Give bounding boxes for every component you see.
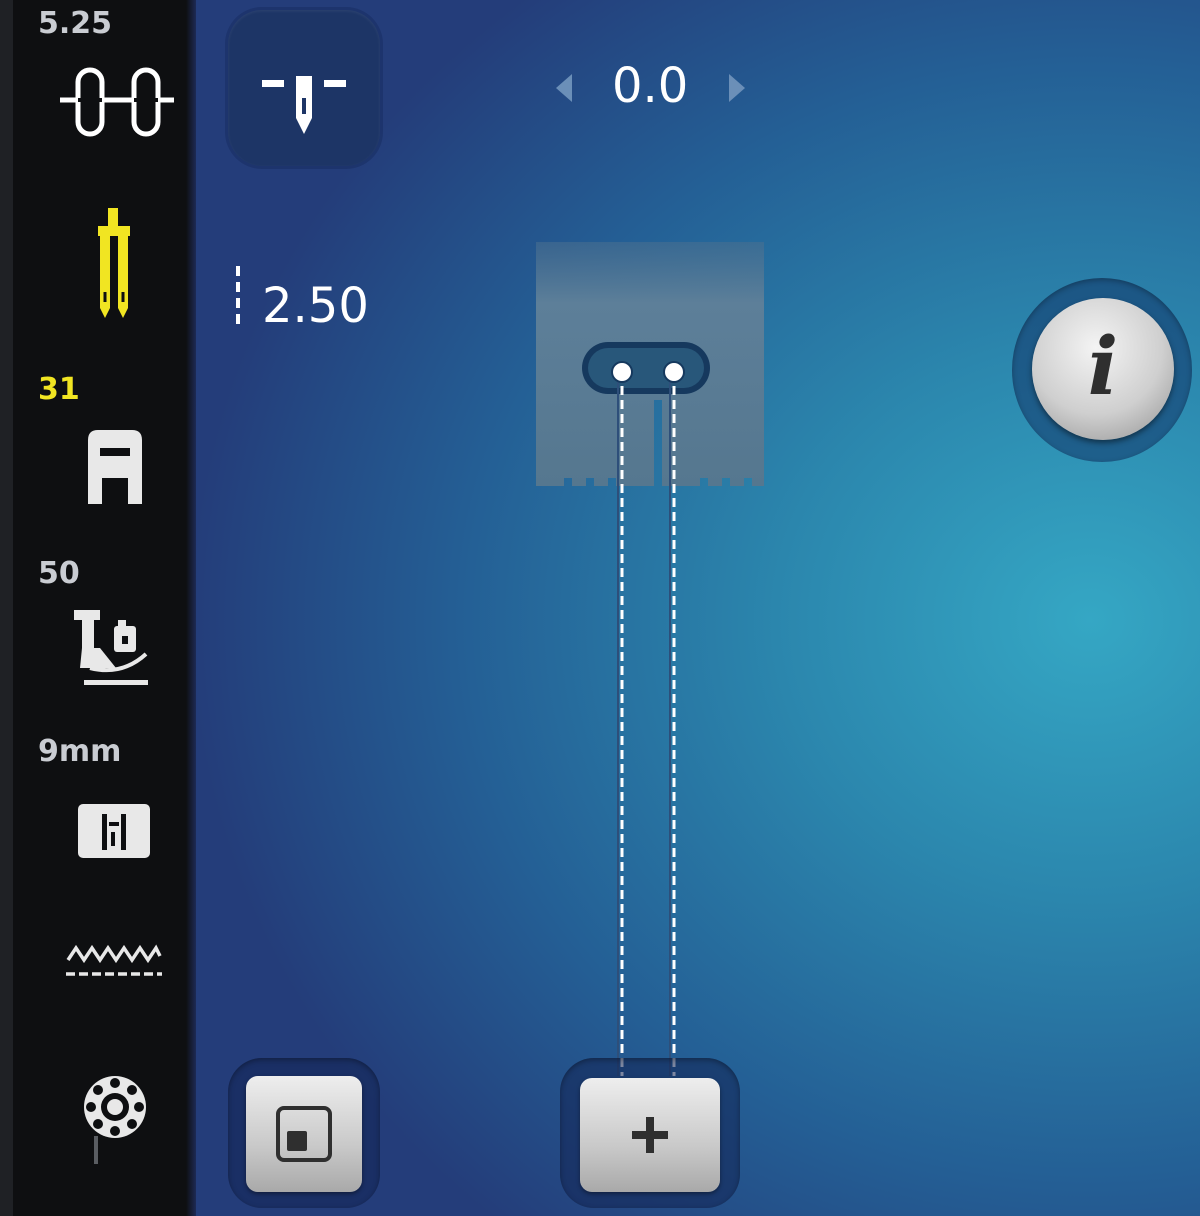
plus-button[interactable] [580,1078,720,1192]
stitch-plate-label: 9mm [38,734,122,769]
distance-dashed-icon [236,266,240,330]
plus-icon [632,1117,668,1153]
needle-size-label: 5.25 [38,6,113,41]
square-button[interactable] [246,1076,362,1192]
feed-dog-icon[interactable] [66,938,162,980]
info-button[interactable]: i [1032,298,1174,440]
needle-position-value: 0.0 [612,58,689,114]
square-icon [276,1106,332,1162]
needle-stop-icon [262,76,346,134]
thread-loop-icon[interactable] [60,62,176,140]
presser-foot-pressure-value: 50 [38,556,80,591]
status-sidebar: 5.25 31 50 9mm [0,0,196,1216]
info-icon: i [1087,319,1119,413]
sidebar-edge [0,0,13,1216]
twin-needle-distance-value: 2.50 [262,278,369,334]
sidebar-edge-right [186,0,196,1216]
presser-foot-icon[interactable] [88,430,142,504]
needle-stop-button[interactable] [228,10,380,166]
presser-foot-pressure-icon[interactable] [74,608,150,688]
position-right-arrow[interactable] [729,74,745,102]
bobbin-icon[interactable] [82,1074,148,1166]
twin-needle-icon[interactable] [94,208,134,320]
stitch-plate-icon[interactable] [78,804,150,858]
position-left-arrow[interactable] [556,74,572,102]
presser-foot-number: 31 [38,372,80,407]
presser-foot-diagram [536,242,764,1076]
